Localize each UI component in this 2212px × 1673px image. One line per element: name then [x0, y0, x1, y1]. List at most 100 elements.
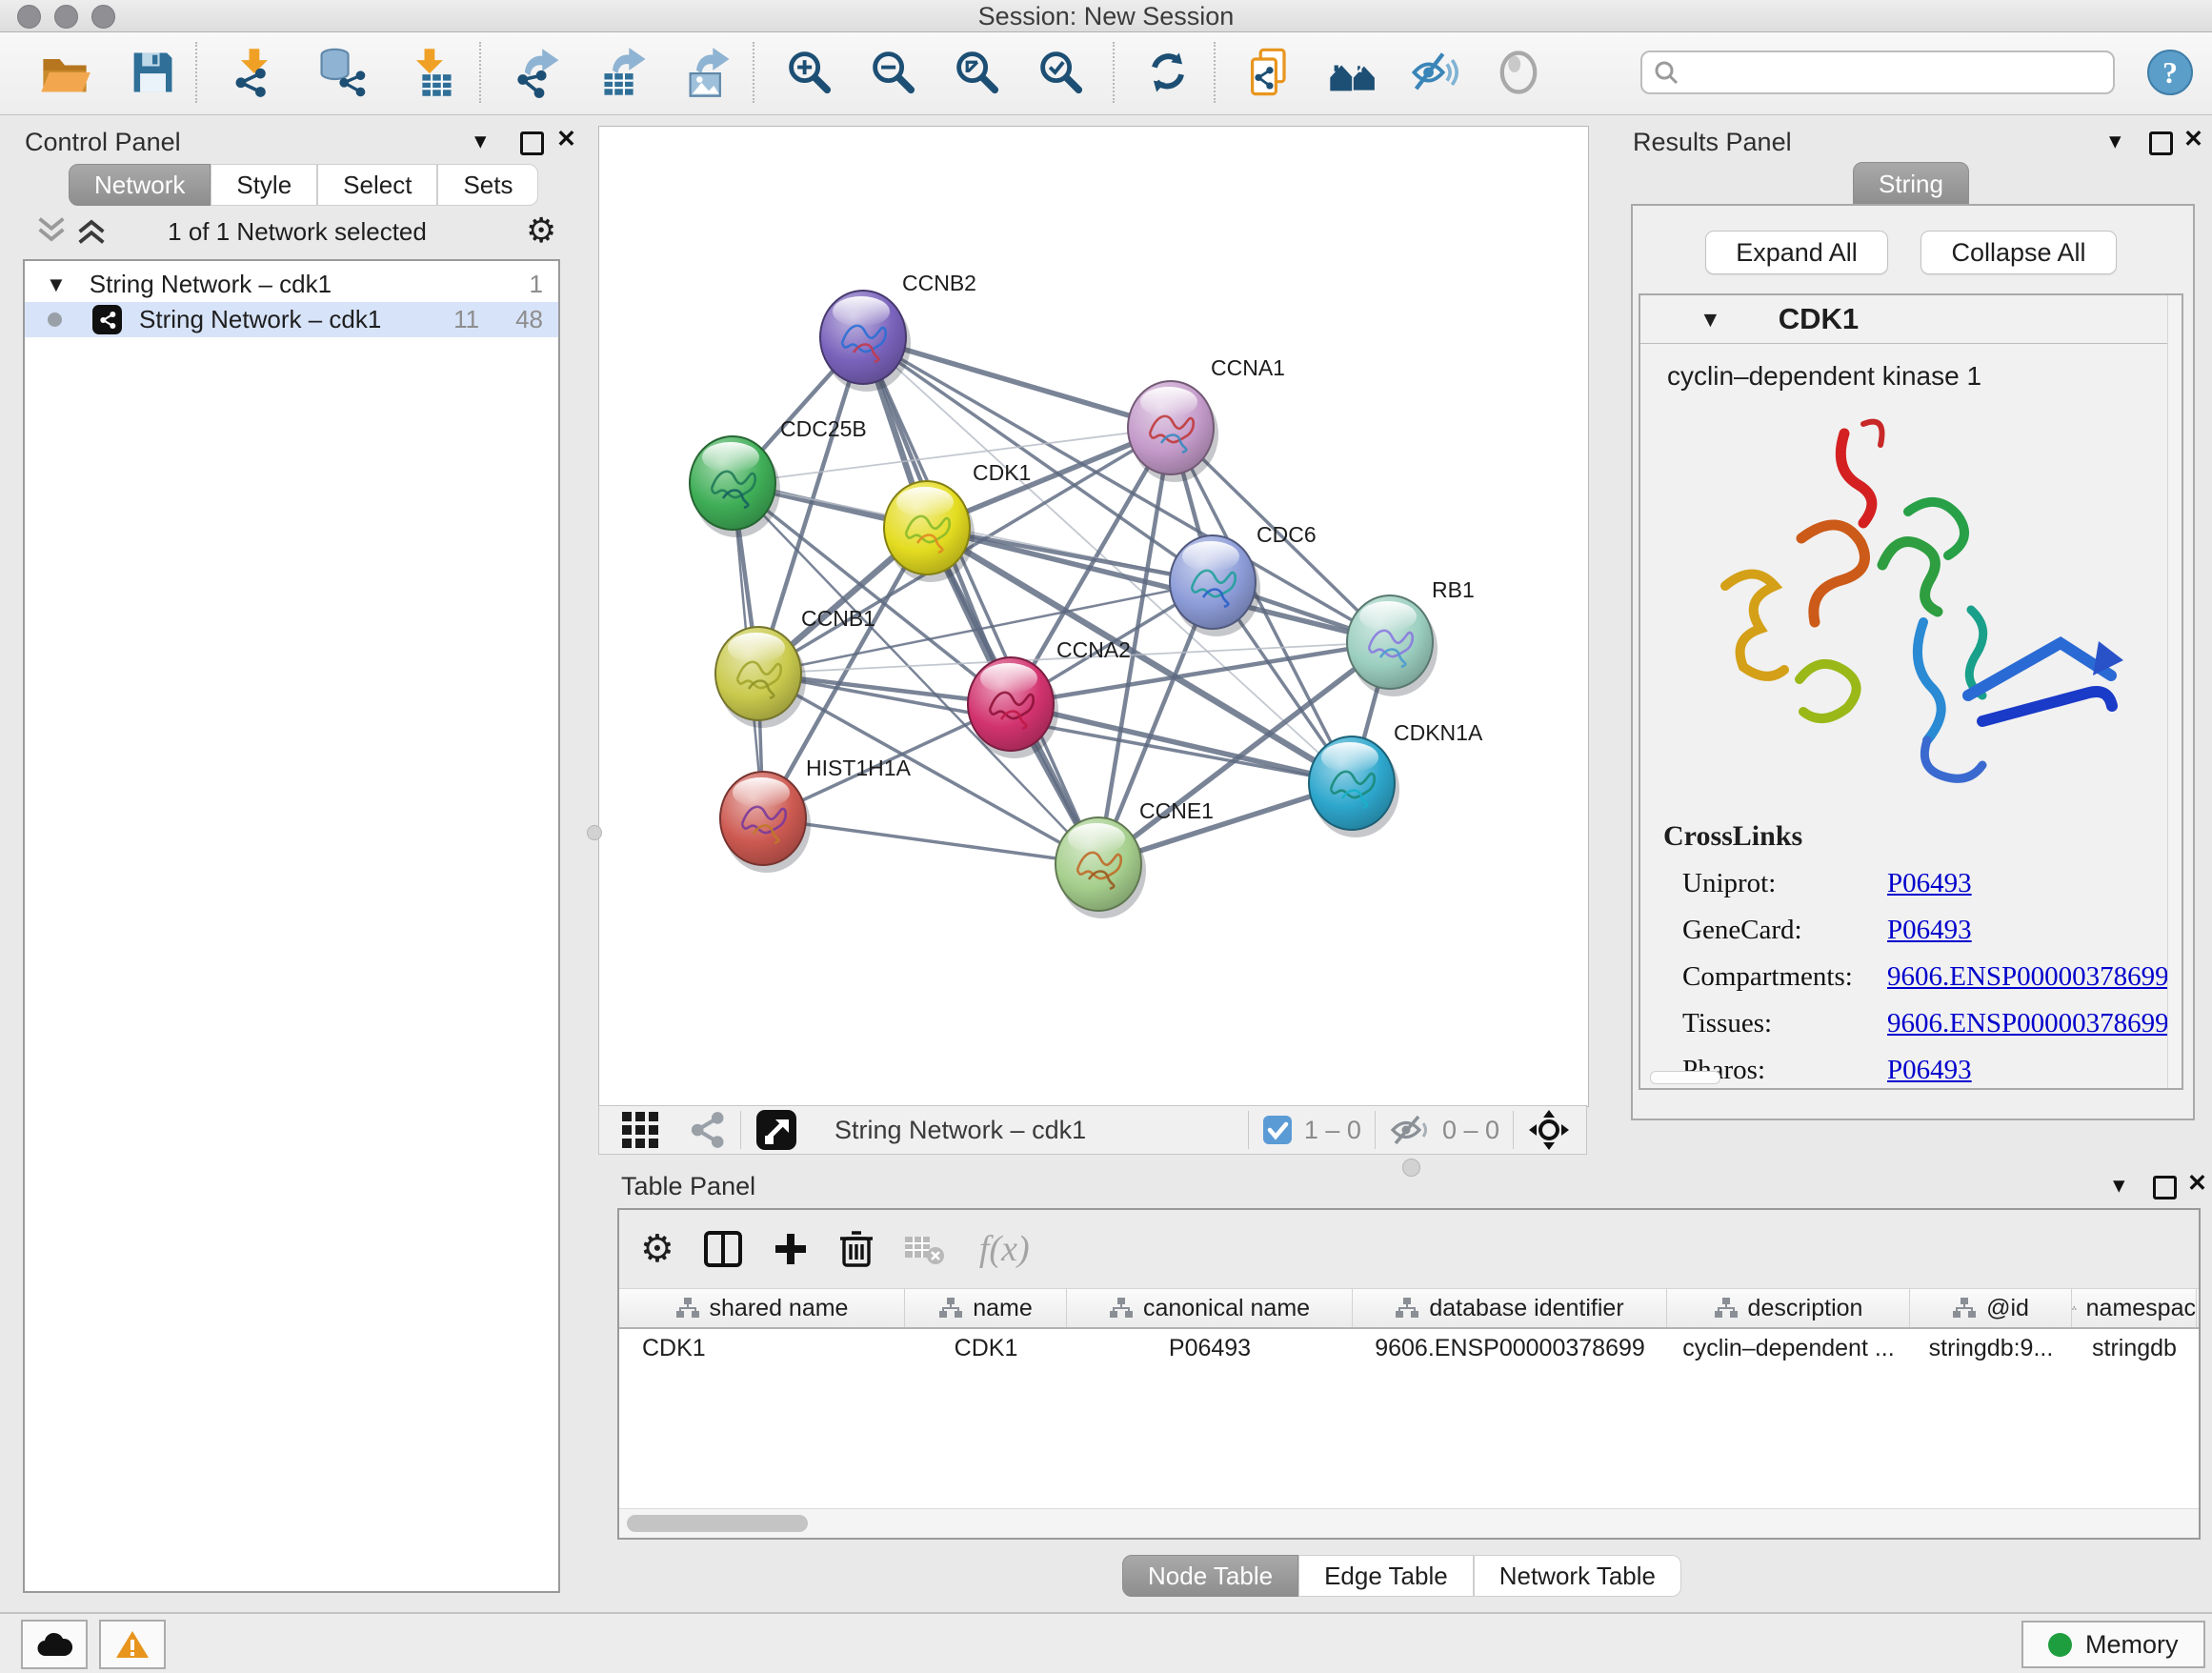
panel-float-icon[interactable] — [2153, 1176, 2177, 1199]
clone-network-icon[interactable] — [1244, 46, 1297, 99]
horizontal-scrollbar-thumb[interactable] — [1650, 1071, 1720, 1084]
column-header-canonical-name[interactable]: canonical name — [1067, 1289, 1353, 1327]
birdseye-icon[interactable] — [754, 1108, 798, 1152]
preview-eye-icon[interactable] — [1492, 46, 1545, 99]
panel-menu-icon[interactable]: ▾ — [474, 130, 487, 153]
network-node-RB1[interactable]: RB1 — [1347, 577, 1475, 696]
section-collapse-icon[interactable]: ▼ — [1699, 307, 1721, 333]
table-horizontal-scrollbar[interactable] — [619, 1508, 2199, 1538]
zoom-out-icon[interactable] — [867, 46, 920, 99]
splitter-handle[interactable] — [587, 825, 602, 840]
tree-expand-icon[interactable]: ▼ — [46, 272, 67, 297]
search-field[interactable] — [1640, 50, 2115, 94]
network-node-CCNE1[interactable]: CCNE1 — [1056, 798, 1214, 918]
export-image-icon[interactable] — [682, 46, 735, 99]
table-cell: stringdb:9... — [1910, 1329, 2072, 1367]
expand-all-button[interactable]: Expand All — [1705, 231, 1888, 274]
zoom-selected-icon[interactable] — [1035, 46, 1088, 99]
network-node-CDKN1A[interactable]: CDKN1A — [1309, 720, 1483, 837]
import-table-icon[interactable] — [404, 46, 457, 99]
crosslink-row: Compartments:9606.ENSP00000378699 — [1663, 961, 2182, 993]
tab-style[interactable]: Style — [211, 164, 317, 206]
tab-string[interactable]: String — [1853, 162, 1969, 206]
current-network-dot — [48, 312, 62, 327]
cloud-button[interactable] — [21, 1620, 88, 1669]
function-builder-icon[interactable]: f(x) — [979, 1228, 1030, 1270]
delete-column-icon[interactable] — [838, 1229, 875, 1269]
table-header-row: shared namenamecanonical namedatabase id… — [619, 1289, 2199, 1329]
protein-section-header[interactable]: ▼ CDK1 — [1640, 295, 2182, 344]
expand-all-icon[interactable] — [74, 215, 109, 246]
table-row[interactable]: CDK1CDK1P064939606.ENSP00000378699cyclin… — [619, 1329, 2199, 1367]
add-column-icon[interactable] — [772, 1230, 810, 1268]
tab-select[interactable]: Select — [317, 164, 437, 206]
table-options-gear-icon[interactable]: ⚙ — [640, 1230, 674, 1268]
column-header-shared-name[interactable]: shared name — [619, 1289, 905, 1327]
column-header-database-identifier[interactable]: database identifier — [1353, 1289, 1667, 1327]
control-panel-tabs: NetworkStyleSelectSets — [69, 164, 538, 206]
crosslink-link[interactable]: 9606.ENSP00000378699 — [1887, 1008, 2169, 1039]
column-header-name[interactable]: name — [905, 1289, 1067, 1327]
tab-edge-table[interactable]: Edge Table — [1298, 1555, 1474, 1597]
network-node-CDK1[interactable]: CDK1 — [884, 460, 1031, 582]
tab-network[interactable]: Network — [69, 164, 211, 206]
panel-close-icon[interactable]: ✕ — [2183, 128, 2203, 151]
network-edge[interactable] — [1011, 704, 1352, 783]
delete-table-icon[interactable] — [903, 1231, 947, 1267]
panel-close-icon[interactable]: ✕ — [2187, 1172, 2207, 1196]
import-network-icon[interactable] — [229, 46, 282, 99]
crosslink-link[interactable]: P06493 — [1887, 868, 1972, 899]
warnings-button[interactable] — [99, 1620, 166, 1669]
network-node-CCNB2[interactable]: CCNB2 — [820, 271, 976, 392]
collapse-all-icon[interactable] — [34, 215, 69, 246]
network-node-CCNB1[interactable]: CCNB1 — [715, 606, 875, 728]
column-header-@id[interactable]: @id — [1910, 1289, 2072, 1327]
network-canvas[interactable]: CCNB2CCNA1CDC25BCDK1CDC6RB1CCNB1CCNA2CDK… — [598, 126, 1589, 1107]
grid-view-icon[interactable] — [620, 1110, 660, 1150]
node-label: HIST1H1A — [806, 756, 912, 780]
collapse-all-button[interactable]: Collapse All — [1920, 231, 2117, 274]
zoom-in-icon[interactable] — [783, 46, 836, 99]
column-header-namespac[interactable]: namespac — [2072, 1289, 2197, 1327]
network-node-CCNA1[interactable]: CCNA1 — [1128, 355, 1285, 482]
selected-nodes-checkbox-icon[interactable] — [1262, 1115, 1293, 1145]
hide-unselected-icon[interactable] — [1408, 46, 1461, 99]
tab-network-table[interactable]: Network Table — [1474, 1555, 1681, 1597]
column-header-description[interactable]: description — [1667, 1289, 1910, 1327]
network-collection-row[interactable]: ▼ String Network – cdk1 1 — [25, 267, 558, 302]
tab-sets[interactable]: Sets — [437, 164, 538, 206]
save-session-icon[interactable] — [126, 46, 179, 99]
crosslink-link[interactable]: P06493 — [1887, 1055, 1972, 1086]
open-session-icon[interactable] — [38, 46, 91, 99]
vertical-scrollbar[interactable] — [2167, 295, 2182, 1088]
panel-float-icon[interactable] — [2149, 131, 2173, 155]
zoom-fit-icon[interactable] — [951, 46, 1004, 99]
network-node-HIST1H1A[interactable]: HIST1H1A — [720, 756, 912, 873]
network-options-gear-icon[interactable]: ⚙ — [526, 213, 556, 248]
memory-button[interactable]: Memory — [2021, 1621, 2205, 1668]
string-home-icon[interactable] — [1326, 46, 1379, 99]
panel-float-icon[interactable] — [520, 131, 544, 155]
import-database-icon[interactable] — [314, 46, 368, 99]
show-columns-icon[interactable] — [703, 1230, 743, 1268]
export-network-icon[interactable] — [513, 46, 566, 99]
crosslink-link[interactable]: 9606.ENSP00000378699 — [1887, 961, 2169, 993]
help-icon[interactable]: ? — [2145, 48, 2195, 97]
export-table-icon[interactable] — [598, 46, 652, 99]
fit-content-crosshair-icon[interactable] — [1527, 1108, 1571, 1152]
crosslink-label: Uniprot: — [1682, 868, 1887, 899]
network-edge[interactable] — [763, 818, 1098, 864]
network-view-icon[interactable] — [687, 1110, 727, 1150]
network-row-selected[interactable]: String Network – cdk1 11 48 — [25, 302, 558, 337]
panel-close-icon[interactable]: ✕ — [556, 128, 576, 151]
node-label: CDKN1A — [1394, 720, 1483, 745]
refresh-icon[interactable] — [1141, 46, 1195, 99]
network-edge[interactable] — [863, 337, 1098, 864]
scrollbar-thumb[interactable] — [627, 1515, 808, 1532]
panel-menu-icon[interactable]: ▾ — [2109, 130, 2122, 153]
panel-menu-icon[interactable]: ▾ — [2113, 1174, 2125, 1198]
node-label: CDC25B — [780, 416, 867, 441]
search-input[interactable] — [1680, 58, 2094, 88]
tab-node-table[interactable]: Node Table — [1122, 1555, 1298, 1597]
crosslink-link[interactable]: P06493 — [1887, 915, 1972, 946]
